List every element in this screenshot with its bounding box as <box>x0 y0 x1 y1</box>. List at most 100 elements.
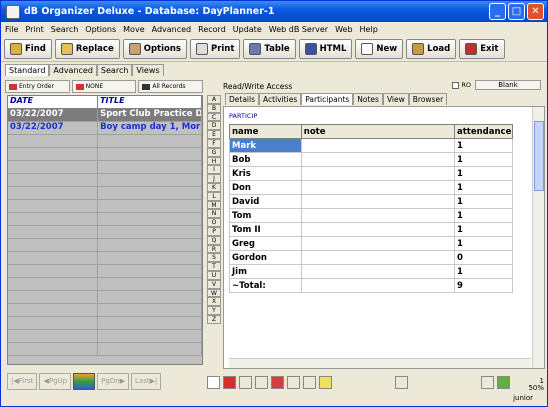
cell-note[interactable] <box>300 166 455 181</box>
letter-p[interactable]: P <box>207 226 221 236</box>
menu-print[interactable]: Print <box>25 25 43 34</box>
letter-v[interactable]: V <box>207 279 221 289</box>
entry-order-button[interactable]: Entry Order <box>5 80 70 93</box>
menu-search[interactable]: Search <box>51 25 78 34</box>
letter-j[interactable]: J <box>207 174 221 183</box>
tab-details[interactable]: Details <box>225 93 260 105</box>
menu-advanced[interactable]: Advanced <box>152 25 192 34</box>
cell-attendance[interactable]: 1 <box>453 208 514 223</box>
cell-attendance[interactable]: 1 <box>453 152 514 167</box>
pgdn-button[interactable]: PgDn ▶ <box>97 372 129 390</box>
load-button[interactable]: Load <box>406 39 457 59</box>
find-button[interactable]: Find <box>4 39 52 59</box>
tab-notes[interactable]: Notes <box>353 93 383 105</box>
letter-u[interactable]: U <box>207 270 221 280</box>
options-button[interactable]: Options <box>122 39 187 59</box>
back-arrow-icon[interactable] <box>223 375 236 389</box>
cell-attendance[interactable]: 1 <box>453 264 514 279</box>
letter-z[interactable]: Z <box>207 314 221 324</box>
table-row[interactable]: Greg 1 <box>229 236 514 251</box>
table-button[interactable]: Table <box>243 39 296 59</box>
cell-attendance[interactable]: 1 <box>453 138 514 153</box>
close-button[interactable]: ✕ <box>527 3 544 20</box>
table-row[interactable]: Kris 1 <box>229 166 514 181</box>
cell-name[interactable]: Don <box>229 180 302 195</box>
grid-view-icon[interactable] <box>73 372 96 390</box>
menu-help[interactable]: Help <box>360 25 378 34</box>
cell-note[interactable] <box>300 278 455 293</box>
table-row[interactable]: Bob 1 <box>229 152 514 167</box>
cell-name[interactable]: Greg <box>229 236 302 251</box>
pgup-button[interactable]: ◀ PgUp <box>39 372 72 390</box>
tab-standard[interactable]: Standard <box>5 64 50 76</box>
cell-note[interactable] <box>300 236 455 251</box>
cell-name[interactable]: Tom <box>229 208 302 223</box>
lightbulb-icon[interactable] <box>319 375 332 389</box>
cell-name[interactable]: Bob <box>229 152 302 167</box>
column-note[interactable]: note <box>300 124 455 139</box>
letter-l[interactable]: L <box>207 191 221 201</box>
cell-note[interactable] <box>300 264 455 279</box>
cell-note[interactable] <box>300 152 455 167</box>
letter-m[interactable]: M <box>207 200 221 210</box>
horizontal-scrollbar[interactable] <box>229 358 531 368</box>
menu-move[interactable]: Move <box>123 25 144 34</box>
html-button[interactable]: HTML <box>298 39 353 59</box>
cell-name[interactable]: Tom II <box>229 222 302 237</box>
table-row[interactable]: Mark 1 <box>229 138 514 153</box>
letter-k[interactable]: K <box>207 182 221 192</box>
table-row[interactable]: 03/22/2007 Boy camp day 1, Morni <box>8 122 202 135</box>
none-button[interactable]: NONE <box>71 80 137 93</box>
menu-file[interactable]: File <box>5 25 18 34</box>
menu-web[interactable]: Web <box>335 25 352 34</box>
letter-q[interactable]: Q <box>207 235 221 245</box>
menu-update[interactable]: Update <box>233 25 262 34</box>
cell-attendance[interactable]: 1 <box>453 222 514 237</box>
print-record-icon[interactable] <box>239 375 252 389</box>
exit-button[interactable]: Exit <box>459 39 505 59</box>
paste-icon[interactable] <box>287 375 300 389</box>
maximize-button[interactable]: □ <box>508 3 525 20</box>
letter-r[interactable]: R <box>207 244 221 254</box>
letter-x[interactable]: X <box>207 297 221 307</box>
tab-advanced[interactable]: Advanced <box>49 64 97 76</box>
new-button[interactable]: New <box>355 39 404 59</box>
letter-n[interactable]: N <box>207 209 221 219</box>
readonly-toggle[interactable]: RO <box>452 81 471 89</box>
minimize-button[interactable]: _ <box>489 3 506 20</box>
cell-attendance[interactable]: 1 <box>453 166 514 181</box>
print-button[interactable]: Print <box>189 39 241 59</box>
letter-h[interactable]: H <box>207 156 221 166</box>
column-name[interactable]: name <box>229 124 302 139</box>
tab-browser[interactable]: Browser <box>408 93 448 105</box>
total-row[interactable]: ~Total: 9 <box>229 278 514 293</box>
letter-s[interactable]: S <box>207 253 221 263</box>
cell-attendance[interactable]: 0 <box>453 250 514 265</box>
letter-e[interactable]: E <box>207 130 221 139</box>
table-row[interactable]: Tom 1 <box>229 208 514 223</box>
cell-name[interactable]: Mark <box>229 138 302 153</box>
scroll-thumb[interactable] <box>534 121 544 191</box>
tab-activities[interactable]: Activities <box>259 93 302 105</box>
replace-button[interactable]: Replace <box>54 39 120 59</box>
cell-name[interactable]: David <box>229 194 302 209</box>
letter-c[interactable]: C <box>207 112 221 122</box>
tab-search[interactable]: Search <box>96 64 133 76</box>
cell-name[interactable]: Gordon <box>229 250 302 265</box>
column-attendance[interactable]: attendance <box>453 124 514 139</box>
letter-d[interactable]: D <box>207 121 221 131</box>
letter-a[interactable]: A <box>207 95 221 104</box>
cell-note[interactable] <box>300 138 455 153</box>
tab-views[interactable]: Views <box>132 64 164 76</box>
letter-y[interactable]: Y <box>207 306 221 315</box>
cell-name[interactable]: Kris <box>229 166 302 181</box>
letter-w[interactable]: W <box>207 288 221 298</box>
cell-attendance[interactable]: 1 <box>453 194 514 209</box>
letter-o[interactable]: O <box>207 218 221 227</box>
cell-note[interactable] <box>300 180 455 195</box>
records-grid[interactable]: DATE TITLE 03/22/2007 Sport Club Practic… <box>7 95 203 365</box>
cell-note[interactable] <box>300 250 455 265</box>
tab-participants[interactable]: Participants <box>301 93 354 105</box>
tab-view[interactable]: View <box>382 93 409 105</box>
copy-icon[interactable] <box>271 375 284 389</box>
